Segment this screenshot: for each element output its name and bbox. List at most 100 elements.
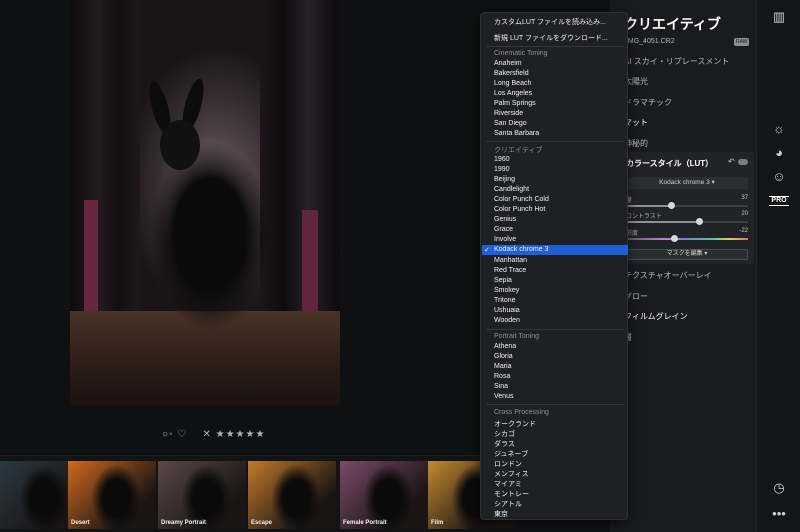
menu-item-cinematic[interactable]: Bakersfield (494, 70, 529, 77)
menu-item-cinematic[interactable]: Riverside (494, 110, 523, 117)
menu-item-cinematic[interactable]: Santa Barbara (494, 130, 539, 137)
menu-item-cinematic[interactable]: San Diego (494, 120, 527, 127)
menu-item-cross-processing[interactable]: シカゴ (494, 429, 515, 439)
contrast-slider[interactable] (626, 218, 748, 225)
filmstrip-thumb-image (248, 461, 336, 529)
filmstrip-thumb[interactable]: Dreamy Portrait (158, 461, 246, 529)
filmstrip-thumb-label: Female Portrait (343, 520, 387, 526)
panels-icon[interactable]: ▥ (771, 9, 787, 25)
visibility-toggle[interactable] (738, 159, 748, 165)
menu-item-portrait[interactable]: Maria (494, 363, 512, 370)
menu-item-creative[interactable]: 1960 (494, 156, 510, 163)
menu-header-cinematic: Cinematic Toning (494, 50, 548, 57)
menu-item-creative[interactable]: Grace (494, 226, 513, 233)
menu-item-portrait[interactable]: Rosa (494, 373, 510, 380)
amount-slider-knob[interactable] (668, 202, 676, 209)
raw-badge: RAW (734, 38, 750, 46)
lut-select[interactable]: Kodack chrome 3 ▾ (626, 177, 748, 189)
contrast-label: コントラスト (626, 214, 662, 220)
menu-item-cross-processing[interactable]: オークランド (494, 419, 536, 429)
menu-item-cinematic[interactable]: Palm Springs (494, 100, 536, 107)
menu-item-cross-processing[interactable]: モントレー (494, 489, 529, 499)
edit-mask-button[interactable]: マスクを編集 ▾ (626, 249, 748, 260)
amount-slider[interactable] (626, 202, 748, 209)
color-style-lut-box: カラースタイル（LUT） ↶ Kodack chrome 3 ▾ 量 37 コン… (614, 152, 754, 264)
menu-item-creative[interactable]: Wooden (494, 317, 520, 324)
menu-separator (486, 46, 624, 47)
menu-item-creative[interactable]: Red Trace (494, 267, 526, 274)
filmstrip-thumb[interactable]: Escape (248, 461, 336, 529)
menu-item-cinematic[interactable]: Anaheim (494, 60, 522, 67)
rating-bar[interactable]: ○◦ ♡ ✕ ★★★★★ (162, 429, 265, 440)
menu-item-portrait[interactable]: Sina (494, 383, 508, 390)
saturation-value: -22 (739, 228, 748, 234)
face-icon[interactable]: ☺ (771, 169, 787, 185)
contrast-slider-knob[interactable] (696, 218, 704, 225)
tool-sidebar: ▥ ☼ ◕ ☺ PRO ◷ ••• (756, 0, 800, 532)
pro-icon[interactable]: PRO (769, 196, 789, 206)
filmstrip-thumb-label: Dreamy Portrait (161, 520, 207, 526)
menu-item-cinematic[interactable]: Los Angeles (494, 90, 532, 97)
menu-item-creative[interactable]: Color Punch Hot (494, 206, 545, 213)
menu-item-creative[interactable]: Sepia (494, 277, 512, 284)
menu-item-cross-processing[interactable]: ジュネーブ (494, 449, 528, 459)
filmstrip-thumb-label: Desert (71, 520, 90, 526)
file-name: _MG_4051.CR2 (624, 38, 675, 45)
menu-header-portrait: Portrait Toning (494, 333, 540, 340)
menu-item-creative[interactable]: Beijing (494, 176, 515, 183)
menu-item-creative[interactable]: Ushuaia (494, 307, 520, 314)
menu-item-creative[interactable]: Candlelight (494, 186, 529, 193)
menu-item-download-lut[interactable]: 新規 LUT ファイルをダウンロード... (494, 33, 608, 43)
menu-item-creative[interactable]: Manhattan (494, 257, 527, 264)
history-icon[interactable]: ◷ (771, 480, 787, 496)
menu-item-cross-processing[interactable]: ロンドン (494, 459, 522, 469)
menu-item-cross-processing[interactable]: 東京 (494, 509, 508, 519)
palette-icon[interactable]: ◕ (771, 145, 787, 161)
menu-item-creative[interactable]: 1990 (494, 166, 510, 173)
menu-item-cross-processing[interactable]: ダラス (494, 439, 515, 449)
panel-title: クリエイティブ (624, 16, 721, 32)
sun-icon[interactable]: ☼ (771, 121, 787, 137)
lut-title[interactable]: カラースタイル（LUT） (626, 158, 713, 169)
section-film-grain[interactable]: フィルムグレイン (624, 311, 688, 322)
menu-item-creative[interactable]: Genius (494, 216, 516, 223)
menu-separator (486, 141, 624, 142)
menu-item-portrait[interactable]: Venus (494, 393, 513, 400)
menu-item-creative[interactable]: Smokey (494, 287, 519, 294)
star-rating[interactable]: ✕ ★★★★★ (202, 429, 265, 440)
menu-separator (486, 329, 624, 330)
photo-subject-head (160, 120, 200, 170)
menu-item-cross-processing[interactable]: メンフィス (494, 469, 529, 479)
contrast-value: 20 (741, 211, 748, 217)
menu-item-portrait[interactable]: Athena (494, 343, 516, 350)
filmstrip-thumb-label: Escape (251, 520, 273, 526)
filmstrip-thumb[interactable]: Desert (68, 461, 156, 529)
saturation-slider-knob[interactable] (670, 235, 678, 242)
saturation-slider[interactable] (626, 235, 748, 242)
filmstrip-thumb-label: Film (431, 520, 444, 526)
section-dramatic[interactable]: ドラマチック (624, 97, 672, 108)
flag-like-controls[interactable]: ○◦ ♡ (162, 429, 187, 440)
section-sky-replacement[interactable]: AI スカイ・リプレースメント (624, 56, 729, 67)
menu-item-creative[interactable]: Involve (494, 236, 516, 243)
more-icon[interactable]: ••• (771, 506, 787, 522)
menu-header-cross-processing: Cross Processing (494, 409, 549, 416)
amount-value: 37 (741, 195, 748, 201)
main-photo[interactable] (70, 0, 340, 406)
menu-item-load-lut[interactable]: カスタムLUT ファイルを読み込み... (494, 17, 606, 27)
menu-item-portrait[interactable]: Gloria (494, 353, 513, 360)
menu-item-creative[interactable]: Color Punch Cold (494, 196, 549, 203)
amount-slider-fill (626, 205, 672, 207)
checkmark-icon: ✓ (484, 247, 490, 255)
menu-item-creative[interactable]: Kodack chrome 3 (494, 246, 548, 253)
lut-dropdown-menu: カスタムLUT ファイルを読み込み... 新規 LUT ファイルをダウンロード..… (480, 12, 628, 520)
contrast-slider-fill (626, 221, 700, 223)
photo-subject (130, 120, 290, 330)
reset-icon[interactable]: ↶ (728, 157, 735, 166)
menu-item-cross-processing[interactable]: マイアミ (494, 479, 522, 489)
section-texture-overlay[interactable]: テクスチャオーバーレイ (624, 270, 712, 281)
menu-item-cross-processing[interactable]: シアトル (494, 499, 522, 509)
menu-item-creative[interactable]: Tritone (494, 297, 516, 304)
filmstrip-thumb[interactable]: Female Portrait (340, 461, 428, 529)
menu-item-cinematic[interactable]: Long Beach (494, 80, 531, 87)
